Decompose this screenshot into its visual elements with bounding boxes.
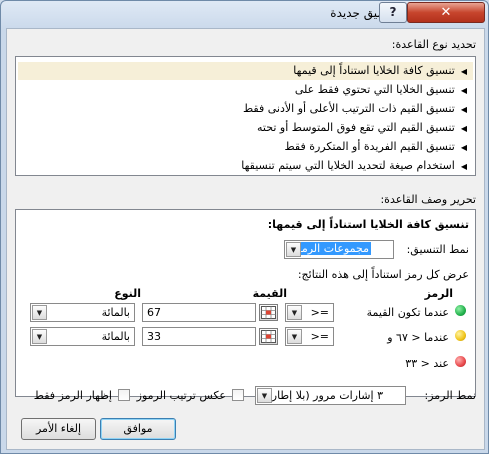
bullet-arrow-icon: ◀ — [460, 67, 467, 76]
instructions-text: عرض كل رمز استناداً إلى هذه النتائج: — [297, 268, 469, 281]
icon-style-label: نمط الرمز: — [424, 389, 476, 402]
column-header-type: النوع — [114, 287, 141, 300]
show-icon-only-checkbox[interactable] — [118, 389, 130, 401]
show-icon-only-label: إظهار الرمز فقط — [33, 389, 112, 402]
rule-type-item-label: تنسيق كافة الخلايا استناداً إلى قيمها — [293, 64, 455, 77]
rule-type-item-label: تنسيق القيم الفريدة أو المتكررة فقط — [284, 140, 455, 153]
bullet-arrow-icon: ◀ — [460, 162, 467, 171]
title-bar: قاعدة تنسيق جديدة ? ✕ — [1, 1, 488, 27]
rule-type-item-unique-duplicate[interactable]: ◀ تنسيق القيم الفريدة أو المتكررة فقط — [18, 138, 473, 156]
value-input-row1[interactable]: 67 — [142, 303, 256, 322]
rule-description-panel: تنسيق كافة الخلايا استناداً إلى قيمها: ن… — [15, 209, 476, 397]
operator-dropdown-row2[interactable]: >= ▼ — [285, 327, 334, 346]
green-traffic-light-icon — [455, 305, 466, 316]
operator-value: >= — [310, 330, 329, 343]
rule-description-label: تحرير وصف القاعدة: — [380, 193, 476, 206]
icon-style-value: ٣ إشارات مرور (بلا إطار) — [267, 389, 383, 402]
icon-style-label-text: نمط الرمز: — [424, 389, 476, 402]
condition-label-row3: عند < ٣٣ — [405, 357, 449, 370]
rule-type-item-formula[interactable]: ◀ استخدام صيغة لتحديد الخلايا التي سيتم ت… — [18, 157, 473, 175]
red-traffic-light-icon — [455, 356, 466, 367]
rule-type-label: تحديد نوع القاعدة: — [391, 38, 476, 51]
bullet-arrow-icon: ◀ — [460, 105, 467, 114]
rule-type-item-contains[interactable]: ◀ تنسيق الخلايا التي تحتوي فقط على — [18, 81, 473, 99]
rule-type-item-cell-values[interactable]: ◀ تنسيق كافة الخلايا استناداً إلى قيمها — [18, 62, 473, 80]
chevron-down-icon[interactable]: ▼ — [257, 388, 272, 403]
type-dropdown-row2[interactable]: بالمائة ▼ — [30, 327, 135, 346]
chevron-down-icon[interactable]: ▼ — [32, 305, 47, 320]
column-header-icon: الرمز — [424, 287, 453, 300]
icon-style-dropdown[interactable]: ٣ إشارات مرور (بلا إطار) ▼ — [255, 386, 406, 405]
value-text: 67 — [147, 306, 161, 319]
bullet-arrow-icon: ◀ — [460, 143, 467, 152]
chevron-down-icon[interactable]: ▼ — [286, 242, 301, 257]
yellow-traffic-light-icon — [455, 330, 466, 341]
rule-type-item-top-bottom[interactable]: ◀ تنسيق القيم ذات الترتيب الأعلى أو الأدن… — [18, 100, 473, 118]
chevron-down-icon[interactable]: ▼ — [287, 329, 302, 344]
rule-type-item-label: تنسيق الخلايا التي تحتوي فقط على — [294, 83, 455, 96]
reverse-icon-order-label: عكس ترتيب الرموز — [136, 389, 226, 402]
cell-reference-picker-icon[interactable] — [259, 328, 278, 345]
format-style-dropdown[interactable]: مجموعات الرموز ▼ — [284, 240, 394, 259]
column-header-value: القيمة — [252, 287, 287, 300]
rule-type-item-above-below-average[interactable]: ◀ تنسيق القيم التي تقع فوق المتوسط أو تحت… — [18, 119, 473, 137]
cell-reference-picker-icon[interactable] — [259, 304, 278, 321]
rule-type-item-label: تنسيق القيم ذات الترتيب الأعلى أو الأدنى… — [242, 102, 455, 115]
dialog-client-area: تحديد نوع القاعدة: ◀ تنسيق كافة الخلايا ا… — [6, 28, 485, 450]
rule-description-heading: تنسيق كافة الخلايا استناداً إلى قيمها: — [267, 218, 469, 231]
chevron-down-icon[interactable]: ▼ — [287, 305, 302, 320]
condition-label-row2: عندما < ٦٧ و — [387, 331, 449, 344]
dialog-window: قاعدة تنسيق جديدة ? ✕ تحديد نوع القاعدة:… — [0, 0, 489, 454]
chevron-down-icon[interactable]: ▼ — [32, 329, 47, 344]
type-value: بالمائة — [101, 330, 130, 343]
format-style-value: مجموعات الرموز — [288, 242, 371, 255]
value-text: 33 — [147, 330, 161, 343]
rule-type-item-label: تنسيق القيم التي تقع فوق المتوسط أو تحته — [257, 121, 455, 134]
type-value: بالمائة — [101, 306, 130, 319]
operator-dropdown-row1[interactable]: >= ▼ — [285, 303, 334, 322]
close-button[interactable]: ✕ — [407, 2, 485, 23]
ok-button[interactable]: موافق — [100, 418, 176, 440]
cancel-button[interactable]: إلغاء الأمر — [21, 418, 96, 440]
format-style-label: نمط التنسيق: — [406, 243, 469, 256]
value-input-row2[interactable]: 33 — [142, 327, 256, 346]
condition-label-row1: عندما تكون القيمة — [366, 306, 449, 319]
bullet-arrow-icon: ◀ — [460, 86, 467, 95]
reverse-icon-order-checkbox[interactable] — [232, 389, 244, 401]
type-dropdown-row1[interactable]: بالمائة ▼ — [30, 303, 135, 322]
bullet-arrow-icon: ◀ — [460, 124, 467, 133]
help-button[interactable]: ? — [379, 2, 407, 23]
rule-type-item-label: استخدام صيغة لتحديد الخلايا التي سيتم تن… — [241, 159, 455, 172]
rule-type-list[interactable]: ◀ تنسيق كافة الخلايا استناداً إلى قيمها ◀… — [15, 56, 476, 176]
operator-value: >= — [310, 306, 329, 319]
